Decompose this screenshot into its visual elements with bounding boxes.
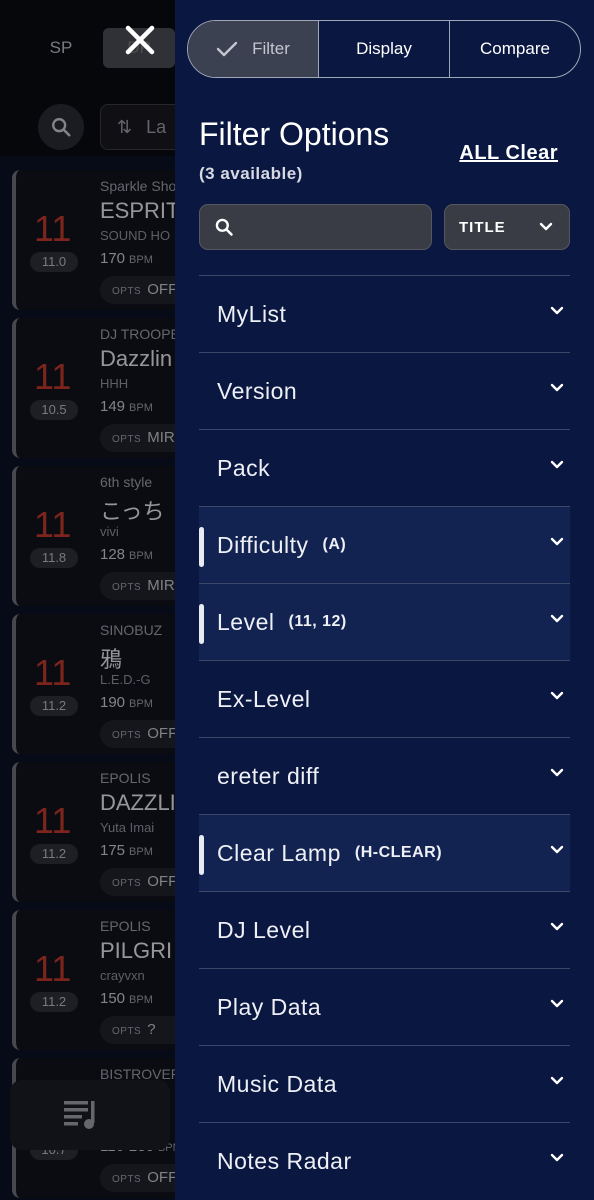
filter-row-clear-lamp[interactable]: Clear Lamp (H-CLEAR) [199, 814, 570, 891]
filter-label: MyList [217, 300, 287, 327]
filter-label: Difficulty [217, 531, 309, 558]
filter-label: Play Data [217, 993, 322, 1020]
available-count: (3 available) [199, 164, 303, 183]
search-field-select-value: TITLE [459, 218, 506, 236]
filter-value: (A) [322, 536, 347, 553]
chevron-down-icon [550, 922, 564, 931]
close-icon [125, 25, 155, 55]
filter-row-dj-level[interactable]: DJ Level [199, 891, 570, 968]
filter-search-input[interactable] [242, 217, 406, 237]
tab-filter[interactable]: Filter [188, 21, 319, 77]
filter-label: Clear Lamp [217, 839, 341, 866]
filter-row-mylist[interactable]: MyList [199, 275, 570, 352]
filter-row-level[interactable]: Level (11, 12) [199, 583, 570, 660]
tab-filter-label: Filter [252, 39, 290, 58]
chevron-down-icon [550, 1153, 564, 1162]
filter-row-music-data[interactable]: Music Data [199, 1045, 570, 1122]
chevron-down-icon [550, 768, 564, 777]
filter-value: (H-CLEAR) [354, 844, 443, 861]
filter-panel: Filter Display Compare Filter Options (3… [175, 0, 594, 1200]
search-icon [215, 218, 233, 236]
filter-value: (11, 12) [288, 613, 347, 630]
filter-label: DJ Level [217, 916, 311, 943]
close-button[interactable] [112, 12, 168, 68]
filter-label: Music Data [217, 1070, 338, 1097]
chevron-down-icon [550, 691, 564, 700]
chevron-down-icon [550, 1076, 564, 1085]
active-indicator [199, 835, 204, 875]
chevron-down-icon [550, 999, 564, 1008]
chevron-down-icon [539, 222, 553, 231]
filter-label: Version [217, 377, 298, 404]
filter-row-ereter-diff[interactable]: ereter diff [199, 737, 570, 814]
filter-label: Level [217, 608, 275, 635]
page-title: Filter Options [199, 116, 390, 152]
active-indicator [199, 527, 204, 567]
all-clear-link[interactable]: ALL Clear [459, 142, 558, 165]
chevron-down-icon [550, 537, 564, 546]
panel-tabs: Filter Display Compare [187, 20, 581, 78]
filter-row-notes-radar[interactable]: Notes Radar [199, 1122, 570, 1199]
filter-row-pack[interactable]: Pack [199, 429, 570, 506]
search-field-select[interactable]: TITLE [444, 204, 570, 250]
chevron-down-icon [550, 460, 564, 469]
tab-display-label: Display [356, 39, 412, 58]
filter-label: Notes Radar [217, 1147, 352, 1174]
tab-compare-label: Compare [480, 39, 550, 58]
filter-label: Pack [217, 454, 271, 481]
filter-search-field[interactable] [199, 204, 432, 250]
filter-row-difficulty[interactable]: Difficulty (A) [199, 506, 570, 583]
tab-compare[interactable]: Compare [450, 21, 580, 77]
check-icon [216, 41, 238, 57]
chevron-down-icon [550, 383, 564, 392]
tab-display[interactable]: Display [319, 21, 450, 77]
filter-row-ex-level[interactable]: Ex-Level [199, 660, 570, 737]
active-indicator [199, 604, 204, 644]
chevron-down-icon [550, 306, 564, 315]
filter-label: Ex-Level [217, 685, 311, 712]
filter-list: MyList Version Pack Difficulty (A) Level (11, … [199, 275, 570, 1199]
filter-label: ereter diff [217, 762, 320, 789]
chevron-down-icon [550, 614, 564, 623]
chevron-down-icon [550, 845, 564, 854]
filter-row-play-data[interactable]: Play Data [199, 968, 570, 1045]
filter-row-version[interactable]: Version [199, 352, 570, 429]
